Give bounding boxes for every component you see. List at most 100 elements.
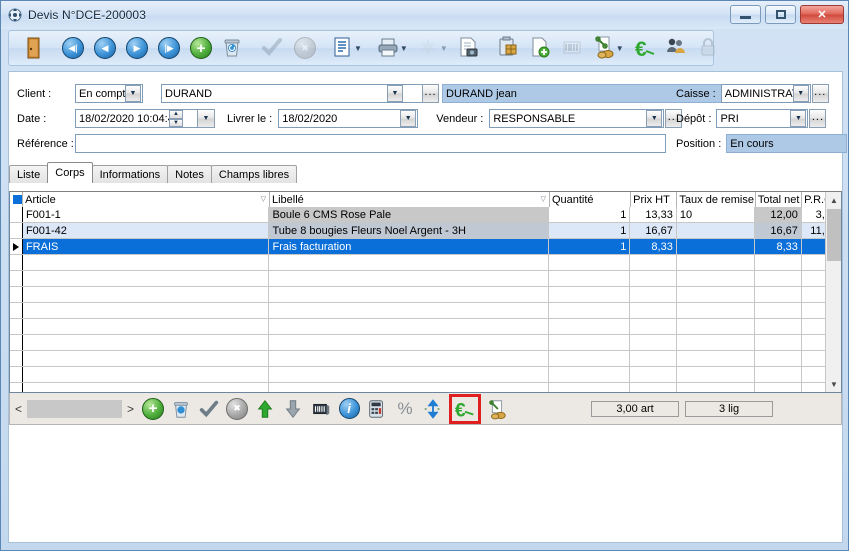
client-browse-button[interactable]: ...	[422, 84, 439, 103]
row-selector[interactable]	[10, 335, 23, 350]
grid-vertical-scrollbar[interactable]: ▲ ▼	[825, 192, 841, 392]
calculator-icon[interactable]	[365, 397, 389, 421]
column-header-quantite[interactable]: Quantité	[550, 192, 631, 207]
validate-button[interactable]	[257, 32, 289, 64]
row-selector[interactable]	[10, 207, 23, 222]
row-selector[interactable]	[10, 287, 23, 302]
contacts-button[interactable]	[661, 32, 693, 64]
empty-table-row[interactable]	[10, 335, 841, 351]
delete-line-icon[interactable]	[169, 397, 193, 421]
tab-informations[interactable]: Informations	[92, 165, 169, 183]
empty-cell	[630, 319, 676, 334]
euro-button[interactable]: €	[629, 32, 661, 64]
row-selector[interactable]	[10, 319, 23, 334]
column-header-taux-remise[interactable]: Taux de remise	[677, 192, 755, 207]
tab-liste[interactable]: Liste	[9, 165, 48, 183]
scroll-left-button[interactable]: <	[10, 402, 27, 416]
minimize-button[interactable]	[730, 5, 761, 24]
client-type-dropdown-button[interactable]: ▼	[125, 85, 141, 102]
delete-record-button[interactable]	[217, 32, 249, 64]
row-selector[interactable]	[10, 383, 23, 393]
table-row[interactable]: FRAIS Frais facturation 1 8,33 8,33	[10, 239, 841, 255]
new-document-button[interactable]	[525, 32, 557, 64]
grid-hscroll-thumb[interactable]	[27, 400, 122, 418]
select-all-header[interactable]	[10, 192, 23, 207]
row-selector[interactable]	[10, 367, 23, 382]
client-code-dropdown-button[interactable]: ▼	[387, 85, 403, 102]
export-document-button[interactable]	[453, 32, 485, 64]
cancel-line-icon[interactable]: ✖	[225, 397, 249, 421]
euro-price-icon[interactable]: €	[453, 397, 477, 421]
move-up-icon[interactable]	[253, 397, 277, 421]
row-selector[interactable]	[10, 271, 23, 286]
empty-table-row[interactable]	[10, 367, 841, 383]
depot-browse-button[interactable]: ...	[809, 109, 826, 128]
next-record-button[interactable]: ▶	[121, 32, 153, 64]
empty-table-row[interactable]	[10, 255, 841, 271]
date-dropdown-button[interactable]: ▼	[197, 109, 215, 128]
scroll-down-button[interactable]: ▼	[826, 376, 842, 392]
exit-button[interactable]	[17, 32, 49, 64]
column-header-libelle[interactable]: Libellé ▽	[270, 192, 550, 207]
preview-button[interactable]: ▼	[413, 32, 453, 64]
package-price-icon[interactable]	[485, 397, 509, 421]
client-code-input[interactable]: DURAND	[161, 84, 423, 103]
percent-icon[interactable]: %	[393, 397, 417, 421]
caisse-dropdown-button[interactable]: ▼	[793, 85, 809, 102]
empty-table-row[interactable]	[10, 319, 841, 335]
previous-record-button[interactable]: ◀	[89, 32, 121, 64]
empty-table-row[interactable]	[10, 271, 841, 287]
date-spinner[interactable]: ▲▼	[169, 110, 183, 127]
cell-taux-remise	[677, 239, 756, 254]
caisse-browse-button[interactable]: ...	[812, 84, 829, 103]
maximize-button[interactable]	[765, 5, 796, 24]
row-selector[interactable]	[10, 255, 23, 270]
last-record-button[interactable]: |▶	[153, 32, 185, 64]
close-button[interactable]: ✕	[800, 5, 844, 24]
vendor-dropdown-button[interactable]: ▼	[646, 110, 662, 127]
vendor-input[interactable]: RESPONSABLE	[489, 109, 664, 128]
column-header-total-net[interactable]: Total net	[756, 192, 802, 207]
table-row[interactable]: F001-42 Tube 8 bougies Fleurs Noel Argen…	[10, 223, 841, 239]
row-selector[interactable]	[10, 223, 23, 238]
preview-chevron-down-icon[interactable]: ▼	[440, 44, 448, 53]
move-down-icon[interactable]	[281, 397, 305, 421]
package-button[interactable]	[493, 32, 525, 64]
tab-notes[interactable]: Notes	[167, 165, 212, 183]
row-selector[interactable]	[10, 351, 23, 366]
column-header-prix-ht[interactable]: Prix HT	[631, 192, 677, 207]
empty-table-row[interactable]	[10, 303, 841, 319]
first-record-button[interactable]: ◀|	[57, 32, 89, 64]
lock-button[interactable]	[693, 32, 725, 64]
document-list-button[interactable]: ▼	[327, 32, 367, 64]
row-selector[interactable]	[10, 303, 23, 318]
empty-table-row[interactable]	[10, 383, 841, 393]
filter-icon-libelle[interactable]: ▽	[541, 195, 546, 203]
table-row[interactable]: F001-1 Boule 6 CMS Rose Pale 1 13,33 10 …	[10, 207, 841, 223]
column-header-article[interactable]: Article ▽	[23, 192, 270, 207]
add-record-button[interactable]: +	[185, 32, 217, 64]
tab-corps[interactable]: Corps	[47, 162, 92, 183]
add-line-icon[interactable]: +	[141, 397, 165, 421]
reference-input[interactable]	[75, 134, 666, 153]
deliver-date-dropdown-button[interactable]: ▼	[400, 110, 416, 127]
scroll-up-button[interactable]: ▲	[826, 192, 842, 208]
info-icon[interactable]: i	[337, 397, 361, 421]
empty-table-row[interactable]	[10, 287, 841, 303]
discount-money-button[interactable]: ▼	[589, 32, 629, 64]
depot-dropdown-button[interactable]: ▼	[790, 110, 806, 127]
reorder-icon[interactable]	[421, 397, 445, 421]
confirm-line-icon[interactable]	[197, 397, 221, 421]
barcode-button[interactable]	[557, 32, 589, 64]
scroll-thumb[interactable]	[827, 209, 841, 261]
scroll-right-button[interactable]: >	[122, 402, 139, 416]
barcode-scan-icon[interactable]	[309, 397, 333, 421]
filter-icon-article[interactable]: ▽	[261, 195, 266, 203]
print-button[interactable]: ▼	[373, 32, 413, 64]
row-selector[interactable]	[10, 239, 23, 254]
deliver-date-input[interactable]: 18/02/2020	[278, 109, 418, 128]
tab-champs-libres[interactable]: Champs libres	[211, 165, 297, 183]
cancel-button[interactable]: ✖	[289, 32, 321, 64]
empty-table-row[interactable]	[10, 351, 841, 367]
previous-record-icon: ◀	[92, 35, 118, 61]
